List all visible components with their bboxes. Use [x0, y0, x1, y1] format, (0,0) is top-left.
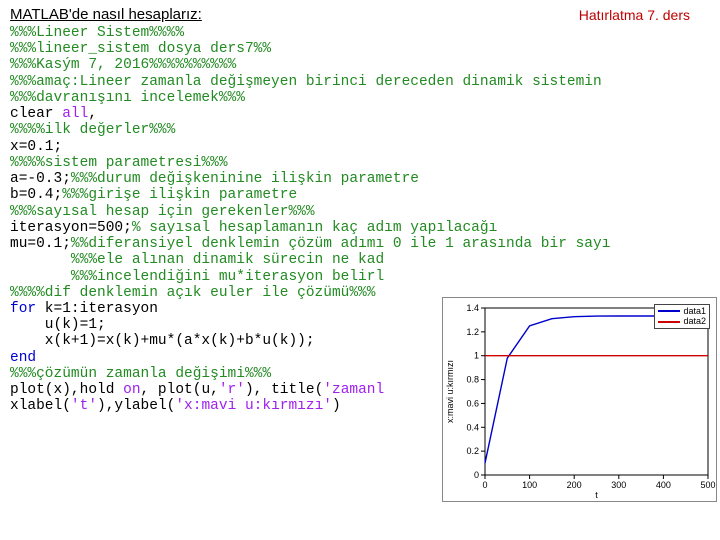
reminder-label: Hatırlatma 7. ders [579, 7, 690, 23]
svg-text:500: 500 [700, 480, 715, 490]
svg-text:0.8: 0.8 [466, 375, 479, 385]
svg-text:0.4: 0.4 [466, 422, 479, 432]
page-title: MATLAB'de nasıl hesaplarız: [10, 6, 202, 23]
svg-text:1.4: 1.4 [466, 303, 479, 313]
svg-text:300: 300 [611, 480, 626, 490]
svg-text:1.2: 1.2 [466, 327, 479, 337]
svg-text:100: 100 [522, 480, 537, 490]
svg-text:400: 400 [656, 480, 671, 490]
svg-text:0.2: 0.2 [466, 446, 479, 456]
svg-text:0: 0 [474, 470, 479, 480]
plot-legend: data1 data2 [654, 304, 710, 329]
svg-text:200: 200 [567, 480, 582, 490]
svg-text:x:mavi u:kırmızı: x:mavi u:kırmızı [445, 360, 455, 423]
svg-text:0: 0 [482, 480, 487, 490]
matlab-plot: 0 100 200 300 400 500 0 0.2 0.4 0.6 0.8 1 1.2 1.4 t x:m… [442, 297, 717, 502]
svg-text:t: t [595, 490, 598, 500]
svg-text:1: 1 [474, 351, 479, 361]
svg-text:0.6: 0.6 [466, 398, 479, 408]
